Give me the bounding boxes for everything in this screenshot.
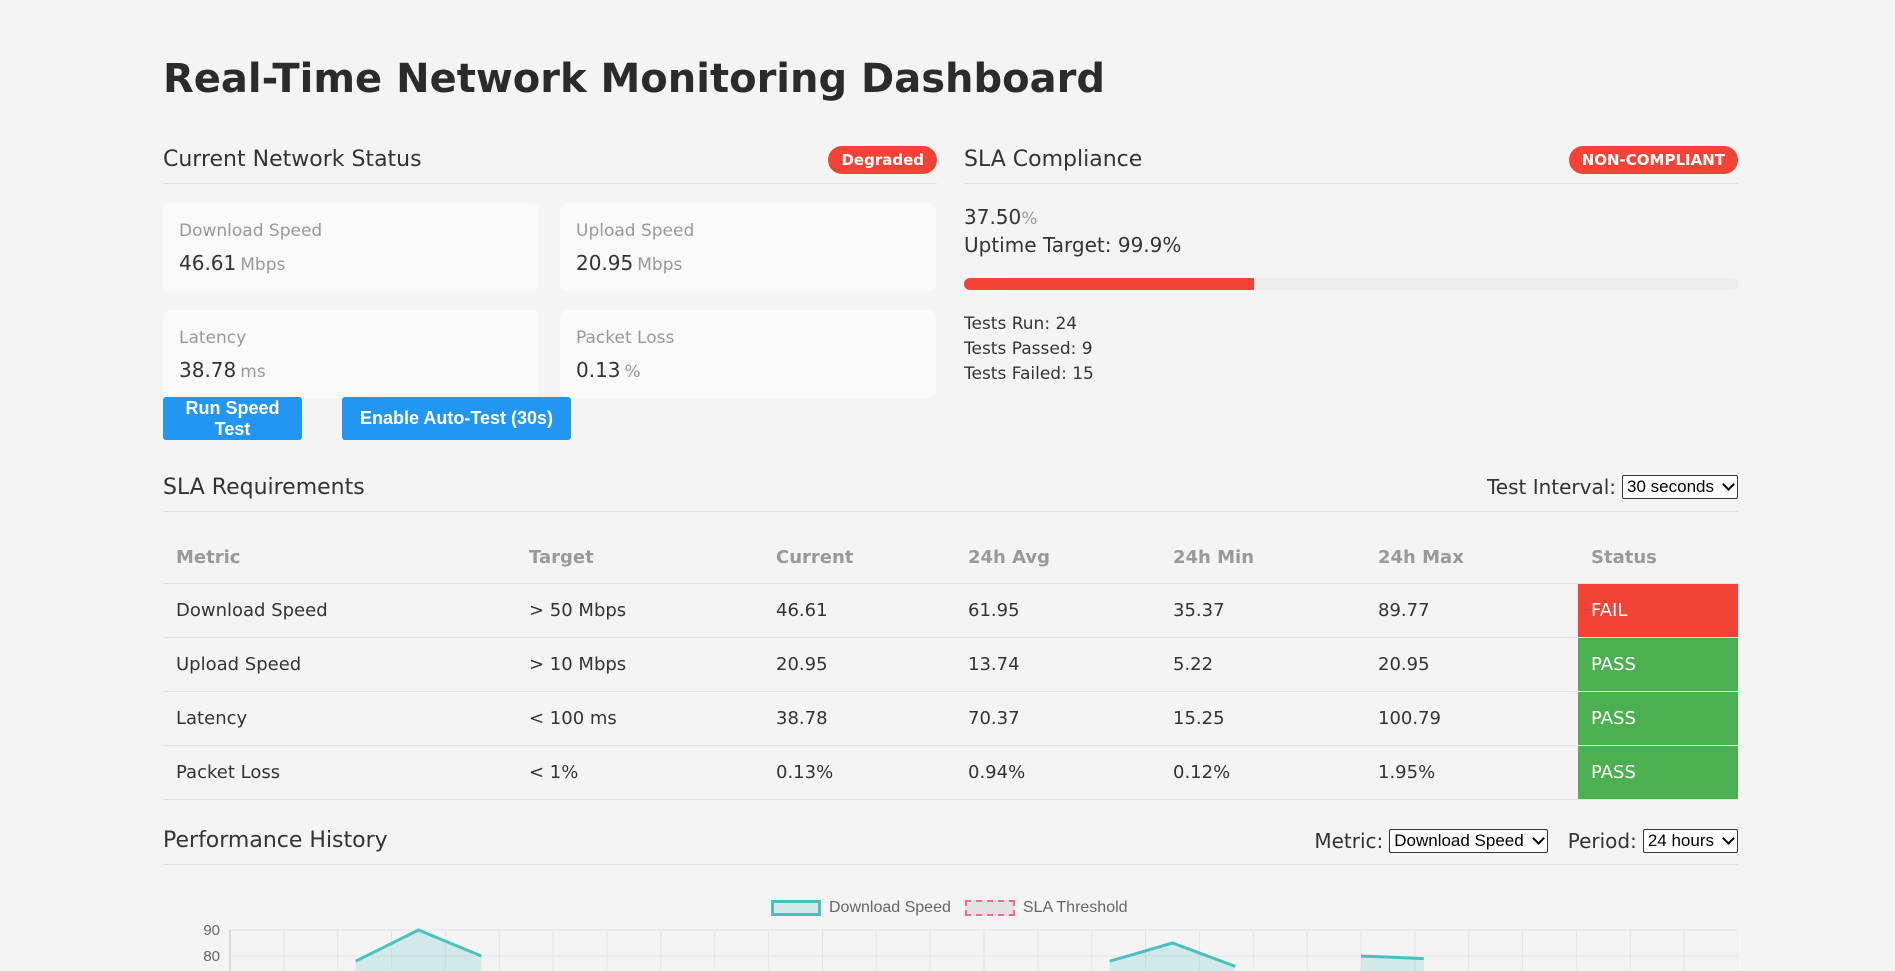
table-cell: < 100 ms bbox=[516, 691, 763, 746]
history-controls: Metric: Download Speed Period: 24 hours bbox=[1314, 828, 1738, 853]
column-header: Status bbox=[1578, 531, 1738, 584]
card-label: Latency bbox=[179, 328, 247, 348]
column-header: 24h Min bbox=[1160, 531, 1365, 584]
table-cell: > 50 Mbps bbox=[516, 583, 763, 638]
metric-select[interactable]: Download Speed bbox=[1389, 828, 1548, 853]
metric-label: Metric: bbox=[1314, 828, 1384, 853]
compliance-progress-fill bbox=[964, 278, 1255, 290]
uptime-target: Uptime Target: 99.9% bbox=[964, 233, 1182, 257]
sla-percentage: 37.50% bbox=[964, 205, 1038, 229]
table-row: Latency < 100 ms 38.78 70.37 15.25 100.7… bbox=[163, 691, 1738, 746]
table-cell: 20.95 bbox=[763, 637, 955, 692]
test-interval-control: Test Interval: 30 seconds bbox=[1487, 475, 1738, 499]
chevron-down-icon bbox=[1722, 478, 1735, 491]
y-tick-label: 90 bbox=[203, 922, 220, 939]
compliance-badge: NON-COMPLIANT bbox=[1568, 145, 1738, 174]
table-row: Download Speed > 50 Mbps 46.61 61.95 35.… bbox=[163, 583, 1738, 638]
table-cell: 70.37 bbox=[955, 691, 1160, 746]
status-panel-header: Current Network Status Degraded bbox=[163, 136, 937, 184]
latency-card: Latency 38.78 ms bbox=[163, 310, 539, 398]
column-header: 24h Max bbox=[1365, 531, 1578, 584]
table-cell: 89.77 bbox=[1365, 583, 1578, 638]
status-cell-pass: PASS bbox=[1578, 745, 1738, 800]
period-select[interactable]: 24 hours bbox=[1642, 828, 1738, 853]
table-header-row: Metric Target Current 24h Avg 24h Min 24… bbox=[163, 531, 1738, 584]
card-value: 20.95 Mbps bbox=[576, 251, 683, 275]
table-cell: 0.94% bbox=[955, 745, 1160, 800]
period-label: Period: bbox=[1567, 828, 1637, 853]
status-badge: Degraded bbox=[828, 145, 937, 174]
test-interval-label: Test Interval: bbox=[1486, 475, 1617, 499]
column-header: Current bbox=[763, 531, 955, 584]
test-interval-select[interactable]: 30 seconds bbox=[1622, 475, 1738, 499]
table-cell: 35.37 bbox=[1160, 583, 1365, 638]
table-cell: 13.74 bbox=[955, 637, 1160, 692]
table-cell: Download Speed bbox=[163, 583, 516, 638]
table-cell: Latency bbox=[163, 691, 516, 746]
y-tick-label: 80 bbox=[203, 948, 220, 965]
sla-panel-title: SLA Compliance bbox=[964, 147, 1143, 172]
table-cell: 20.95 bbox=[1365, 637, 1578, 692]
table-row: Packet Loss < 1% 0.13% 0.94% 0.12% 1.95%… bbox=[163, 745, 1738, 800]
chevron-down-icon bbox=[1722, 831, 1735, 845]
card-label: Download Speed bbox=[179, 221, 323, 241]
column-header: 24h Avg bbox=[955, 531, 1160, 584]
card-value: 46.61 Mbps bbox=[179, 251, 286, 275]
legend-swatch-download[interactable] bbox=[771, 900, 821, 916]
sla-panel-header: SLA Compliance NON-COMPLIANT bbox=[964, 136, 1738, 184]
legend-swatch-threshold[interactable] bbox=[964, 900, 1015, 916]
status-cell-pass: PASS bbox=[1578, 637, 1738, 692]
packet-loss-card: Packet Loss 0.13% bbox=[560, 310, 936, 398]
download-speed-card: Download Speed 46.61 Mbps bbox=[163, 203, 539, 291]
table-row: Upload Speed > 10 Mbps 20.95 13.74 5.22 … bbox=[163, 637, 1738, 692]
status-cell-pass: PASS bbox=[1578, 691, 1738, 746]
requirements-header: SLA Requirements Test Interval: 30 secon… bbox=[163, 463, 1738, 512]
tests-failed: Tests Failed: 15 bbox=[964, 364, 1094, 384]
card-label: Packet Loss bbox=[576, 328, 675, 348]
history-header: Performance History Metric: Download Spe… bbox=[163, 817, 1738, 865]
requirements-title: SLA Requirements bbox=[163, 474, 365, 500]
table-cell: 1.95% bbox=[1365, 745, 1578, 800]
card-label: Upload Speed bbox=[576, 221, 695, 241]
column-header: Target bbox=[516, 531, 763, 584]
sla-requirements-table: Metric Target Current 24h Avg 24h Min 24… bbox=[163, 531, 1738, 800]
card-value: 0.13% bbox=[576, 358, 641, 382]
compliance-progress-bar bbox=[964, 278, 1738, 290]
tests-run: Tests Run: 24 bbox=[964, 314, 1078, 334]
status-panel-title: Current Network Status bbox=[163, 147, 422, 172]
table-cell: Packet Loss bbox=[163, 745, 516, 800]
table-cell: 0.12% bbox=[1160, 745, 1365, 800]
table-cell: 5.22 bbox=[1160, 637, 1365, 692]
table-cell: < 1% bbox=[516, 745, 763, 800]
chevron-down-icon bbox=[1531, 831, 1545, 845]
run-speed-test-button[interactable]: Run Speed Test bbox=[163, 397, 302, 440]
status-cell-fail: FAIL bbox=[1578, 583, 1738, 638]
tests-passed: Tests Passed: 9 bbox=[964, 339, 1093, 359]
page-title: Real-Time Network Monitoring Dashboard bbox=[163, 56, 1105, 102]
upload-speed-card: Upload Speed 20.95 Mbps bbox=[560, 203, 936, 291]
table-cell: Upload Speed bbox=[163, 637, 516, 692]
card-value: 38.78 ms bbox=[179, 358, 266, 382]
history-title: Performance History bbox=[163, 828, 388, 853]
table-cell: 100.79 bbox=[1365, 691, 1578, 746]
table-cell: 15.25 bbox=[1160, 691, 1365, 746]
enable-auto-test-button[interactable]: Enable Auto-Test (30s) bbox=[342, 397, 571, 440]
performance-history-chart: 90 80 bbox=[203, 922, 1738, 971]
table-cell: 61.95 bbox=[955, 583, 1160, 638]
column-header: Metric bbox=[163, 531, 516, 584]
table-cell: 0.13% bbox=[763, 745, 955, 800]
table-cell: 46.61 bbox=[763, 583, 955, 638]
table-cell: 38.78 bbox=[763, 691, 955, 746]
table-cell: > 10 Mbps bbox=[516, 637, 763, 692]
